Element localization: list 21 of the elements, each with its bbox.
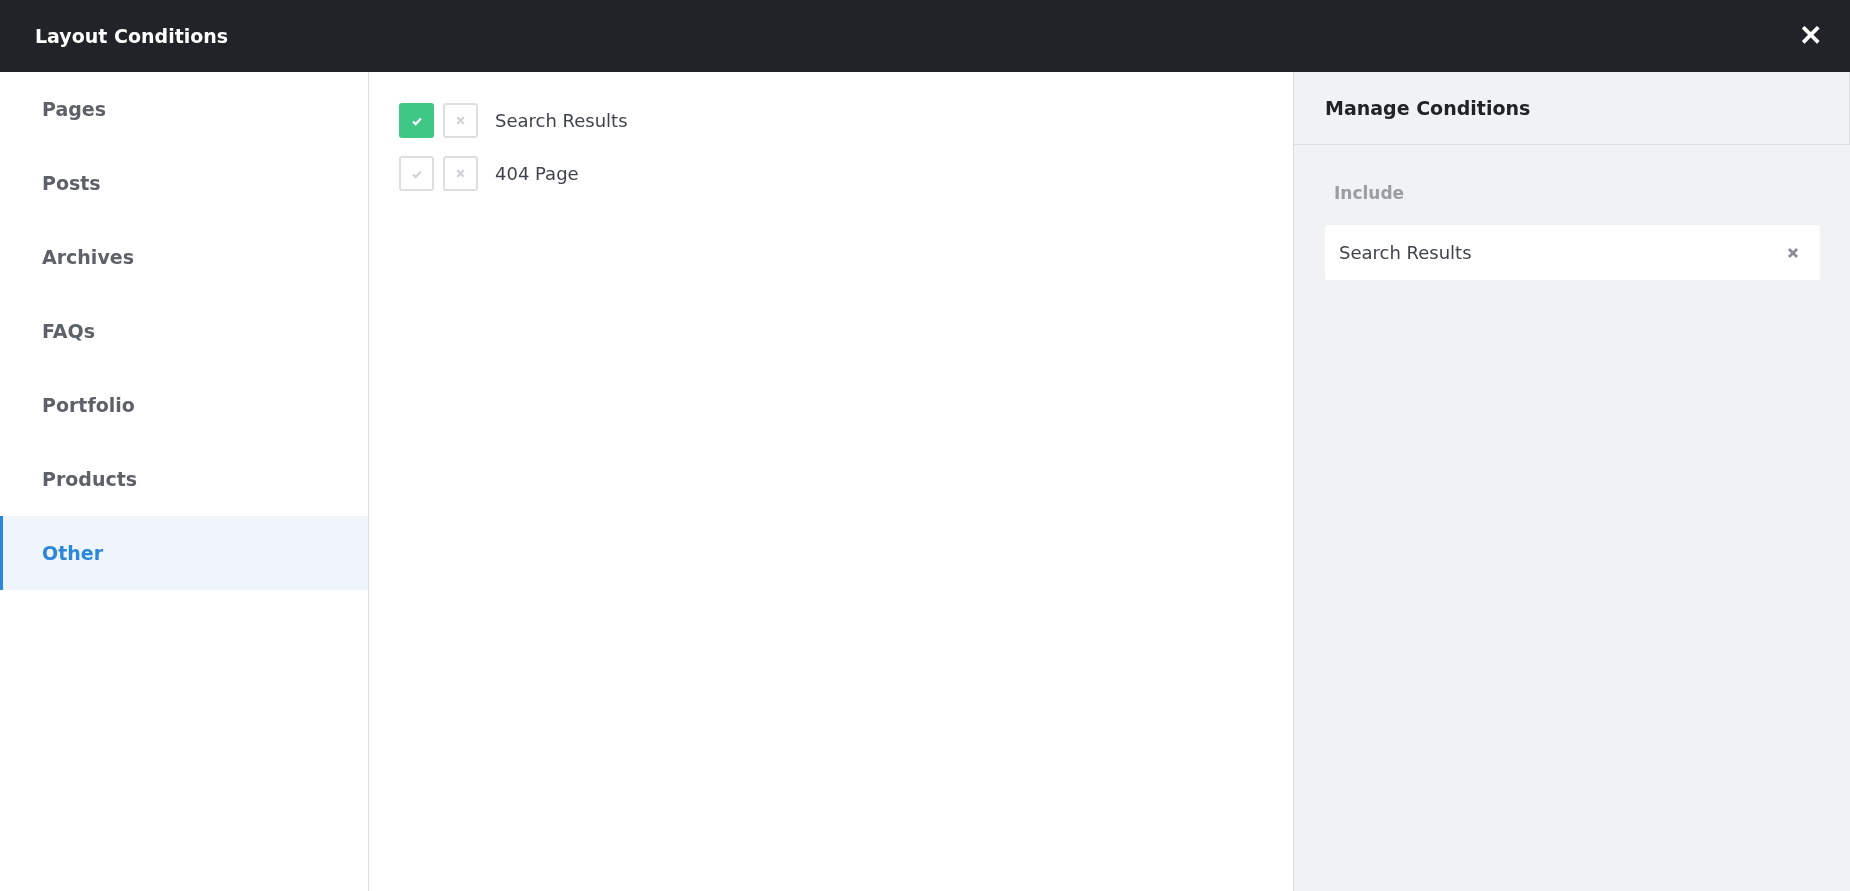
close-button[interactable]: ✕ — [1795, 22, 1826, 50]
cross-icon — [455, 168, 466, 179]
cross-icon — [455, 115, 466, 126]
close-icon — [1786, 245, 1800, 260]
sidebar-item[interactable]: Archives — [0, 220, 368, 294]
window-title: Layout Conditions — [35, 25, 229, 47]
sidebar-item[interactable]: Pages — [0, 72, 368, 146]
exclude-checkbox[interactable] — [443, 156, 478, 191]
condition-label: 404 Page — [495, 163, 579, 184]
sidebar-item[interactable]: FAQs — [0, 294, 368, 368]
sidebar-item[interactable]: Portfolio — [0, 368, 368, 442]
panel-title: Manage Conditions — [1325, 97, 1531, 119]
include-checkbox[interactable] — [399, 103, 434, 138]
exclude-checkbox[interactable] — [443, 103, 478, 138]
condition-label: Search Results — [495, 110, 628, 131]
sidebar-item[interactable]: Posts — [0, 146, 368, 220]
sidebar-item[interactable]: Other — [0, 516, 368, 590]
include-checkbox[interactable] — [399, 156, 434, 191]
condition-label: Search Results — [1339, 242, 1472, 263]
sidebar-item[interactable]: Products — [0, 442, 368, 516]
section-label: Include — [1333, 182, 1406, 205]
